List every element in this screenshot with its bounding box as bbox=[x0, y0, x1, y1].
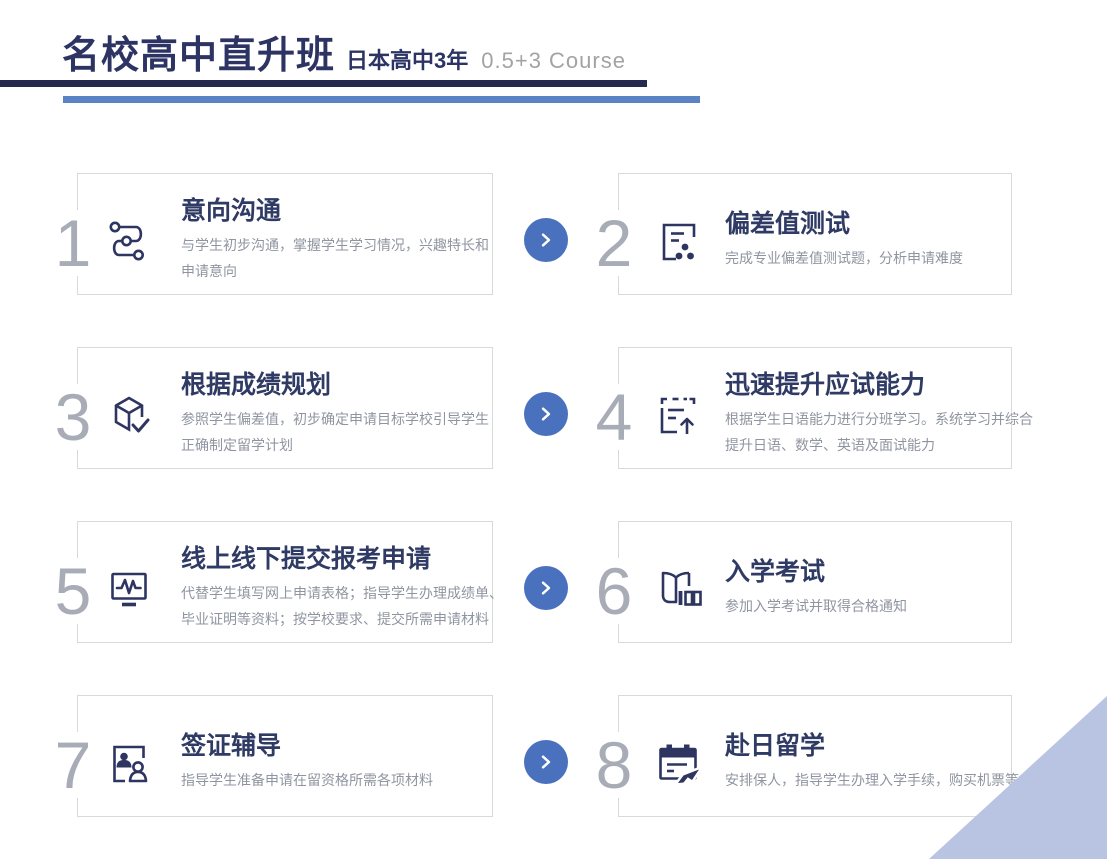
page-header: 名校高中直升班 日本高中3年 0.5+3 Course bbox=[62, 24, 626, 79]
chevron-right-icon bbox=[524, 218, 568, 262]
page-subtitle: 日本高中3年 bbox=[346, 43, 468, 75]
step-desc: 根据学生日语能力进行分班学习。系统学习并综合 提升日语、数学、英语及面试能力 bbox=[725, 406, 1011, 458]
chevron-right-icon bbox=[524, 740, 568, 784]
step-card-1: 1 意向沟通 与学生初步沟通，掌握学生学习情况，兴趣特长和 申请意向 bbox=[77, 173, 493, 295]
step-desc: 安排保人，指导学生办理入学手续，购买机票等 bbox=[725, 767, 1011, 793]
chevron-right-icon bbox=[524, 392, 568, 436]
step-card-2: 2 偏差值测试 完成专业偏差值测试题，分析申请难度 bbox=[618, 173, 1012, 295]
step-card-8: 8 赴日留学 安排保人，指导学生办理入学手续，购买机票等 bbox=[618, 695, 1012, 817]
step-card-4: 4 迅速提升应试能力 根据学生日语能力进行分班学习。系统学习并综合 提升日语、数… bbox=[618, 347, 1012, 469]
step-title: 签证辅导 bbox=[181, 733, 433, 761]
step-card-7: 7 签证辅导 指导学生准备申请在留资格所需各项材料 bbox=[77, 695, 493, 817]
step-title: 偏差值测试 bbox=[725, 211, 963, 239]
step-number: 6 bbox=[590, 558, 639, 624]
step-number: 7 bbox=[49, 732, 98, 798]
step-title: 根据成绩规划 bbox=[181, 372, 489, 400]
page-title: 名校高中直升班 bbox=[62, 24, 335, 79]
step-title: 迅速提升应试能力 bbox=[725, 372, 1011, 400]
step-title: 入学考试 bbox=[725, 559, 907, 587]
step-number: 8 bbox=[590, 732, 639, 798]
step-card-3: 3 根据成绩规划 参照学生偏差值，初步确定申请目标学校引导学生 正确制定留学计划 bbox=[77, 347, 493, 469]
route-flow-icon bbox=[104, 216, 154, 266]
step-title: 线上线下提交报考申请 bbox=[181, 546, 492, 574]
step-title: 意向沟通 bbox=[181, 198, 489, 226]
step-card-5: 5 线上线下提交报考申请 代替学生填写网上申请表格；指导学生办理成绩单、 毕业证… bbox=[77, 521, 493, 643]
cube-check-icon bbox=[104, 390, 154, 440]
step-desc: 代替学生填写网上申请表格；指导学生办理成绩单、 毕业证明等资料；按学校要求、提交… bbox=[181, 580, 492, 632]
step-number: 5 bbox=[49, 558, 98, 624]
step-desc: 指导学生准备申请在留资格所需各项材料 bbox=[181, 767, 433, 793]
calendar-plane-icon bbox=[653, 738, 703, 788]
step-number: 4 bbox=[590, 384, 639, 450]
book-score-icon bbox=[653, 564, 703, 614]
step-number: 2 bbox=[590, 210, 639, 276]
id-badge-icon bbox=[104, 738, 154, 788]
header-blue-bar bbox=[63, 96, 700, 103]
header-dark-bar bbox=[0, 80, 647, 87]
step-desc: 参照学生偏差值，初步确定申请目标学校引导学生 正确制定留学计划 bbox=[181, 406, 489, 458]
monitor-pulse-icon bbox=[104, 564, 154, 614]
step-title: 赴日留学 bbox=[725, 733, 1011, 761]
step-number: 1 bbox=[49, 210, 98, 276]
test-paper-icon bbox=[653, 216, 703, 266]
step-desc: 参加入学考试并取得合格通知 bbox=[725, 593, 907, 619]
chevron-right-icon bbox=[524, 566, 568, 610]
step-number: 3 bbox=[49, 384, 98, 450]
course-label: 0.5+3 Course bbox=[481, 48, 626, 74]
step-card-6: 6 入学考试 参加入学考试并取得合格通知 bbox=[618, 521, 1012, 643]
list-arrow-up-icon bbox=[653, 390, 703, 440]
step-desc: 与学生初步沟通，掌握学生学习情况，兴趣特长和 申请意向 bbox=[181, 232, 489, 284]
step-desc: 完成专业偏差值测试题，分析申请难度 bbox=[725, 245, 963, 271]
infographic-page: 名校高中直升班 日本高中3年 0.5+3 Course 1 意向沟通 与学生初步… bbox=[0, 0, 1107, 859]
